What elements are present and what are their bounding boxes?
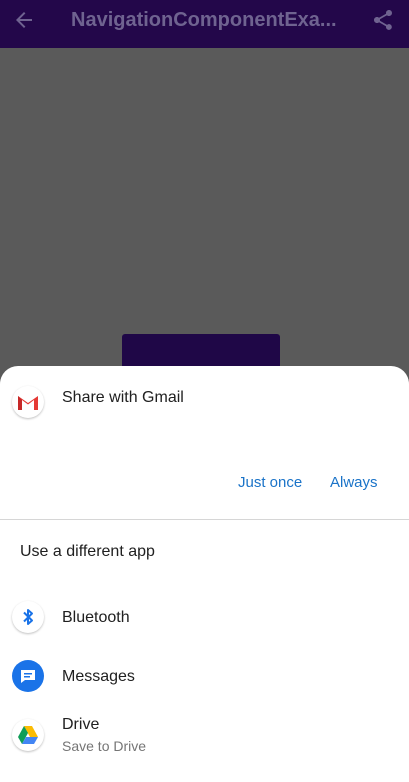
app-subtitle: Save to Drive	[62, 738, 147, 754]
divider	[0, 519, 409, 520]
chooser-title: Share with Gmail	[62, 389, 184, 406]
share-chooser-sheet: Share with Gmail Just once Always Use a …	[0, 366, 409, 782]
app-item-drive[interactable]: Drive Save to Drive	[0, 713, 409, 769]
bluetooth-icon	[12, 601, 44, 633]
app-label: Messages	[62, 668, 135, 685]
app-bar: NavigationComponentExa...	[0, 0, 409, 48]
app-label: Bluetooth	[62, 609, 130, 626]
app-item-messages[interactable]: Messages	[0, 654, 409, 710]
gmail-icon	[12, 386, 44, 418]
arrow-back-icon[interactable]	[12, 8, 36, 32]
different-app-heading: Use a different app	[20, 543, 155, 560]
app-label: Drive	[62, 716, 100, 733]
app-item-bluetooth[interactable]: Bluetooth	[0, 597, 409, 653]
just-once-button[interactable]: Just once	[238, 474, 302, 491]
share-icon[interactable]	[371, 8, 395, 32]
page-title: NavigationComponentExa...	[71, 9, 337, 31]
drive-icon	[12, 719, 44, 751]
always-button[interactable]: Always	[330, 474, 378, 491]
messages-icon	[12, 660, 44, 692]
